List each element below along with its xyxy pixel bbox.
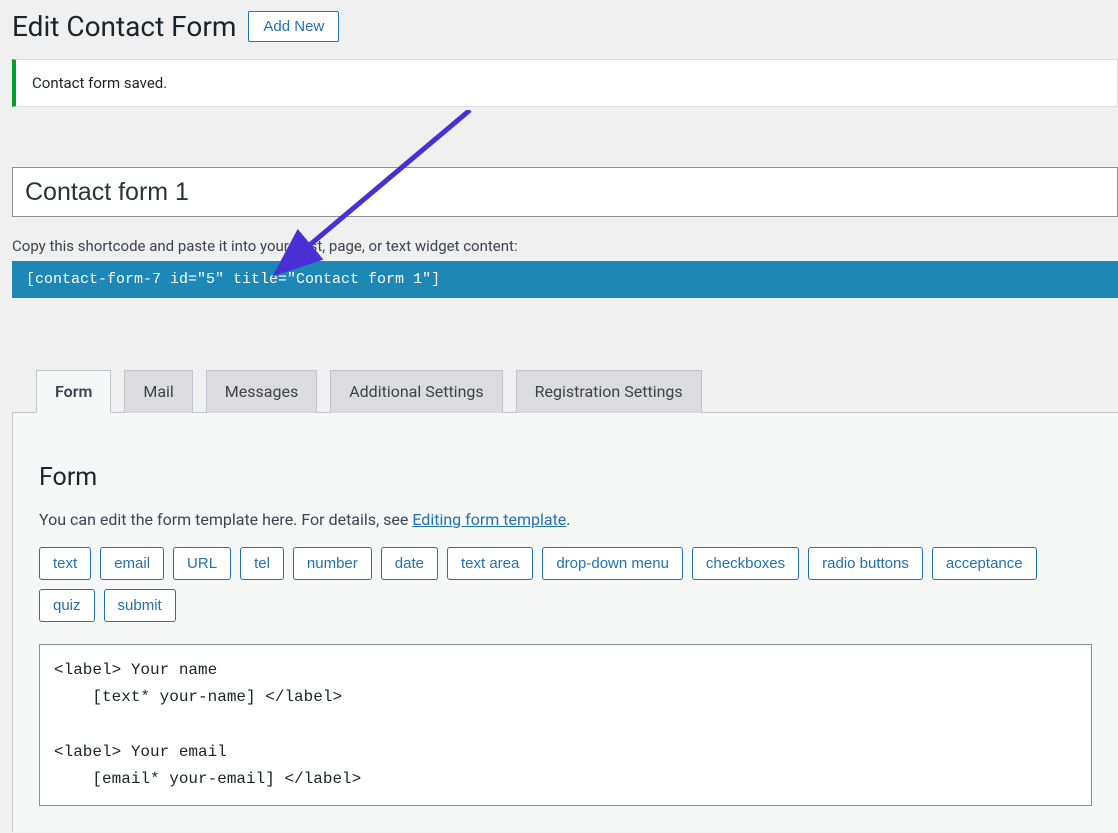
tag-btn-acceptance[interactable]: acceptance	[932, 547, 1037, 580]
shortcode-label: Copy this shortcode and paste it into yo…	[12, 237, 1118, 255]
tab-form[interactable]: Form	[36, 370, 111, 413]
tabs-nav: Form Mail Messages Additional Settings Regis…	[12, 370, 1118, 413]
notice-saved: Contact form saved.	[12, 59, 1118, 107]
tag-btn-radio-buttons[interactable]: radio buttons	[808, 547, 923, 580]
tag-btn-submit[interactable]: submit	[104, 589, 176, 622]
page-title: Edit Contact Form	[12, 10, 236, 43]
tag-btn-quiz[interactable]: quiz	[39, 589, 95, 622]
notice-message: Contact form saved.	[32, 74, 167, 92]
tag-btn-url[interactable]: URL	[173, 547, 231, 580]
tab-messages[interactable]: Messages	[206, 370, 317, 413]
add-new-button[interactable]: Add New	[248, 11, 339, 42]
tag-btn-date[interactable]: date	[381, 547, 438, 580]
tag-btn-text-area[interactable]: text area	[447, 547, 533, 580]
tag-btn-tel[interactable]: tel	[240, 547, 284, 580]
tag-btn-email[interactable]: email	[100, 547, 164, 580]
panel-heading: Form	[39, 463, 1092, 492]
tab-panel-form: Form You can edit the form template here…	[12, 413, 1118, 832]
tag-btn-text[interactable]: text	[39, 547, 91, 580]
help-suffix: .	[566, 510, 570, 529]
tab-additional[interactable]: Additional Settings	[330, 370, 502, 413]
tab-registration[interactable]: Registration Settings	[516, 370, 702, 413]
tag-buttons-row: text email URL tel number date text area drop-d…	[39, 547, 1092, 622]
form-template-editor[interactable]: <label> Your name [text* your-name] </la…	[39, 644, 1092, 806]
help-text: You can edit the form template here. For…	[39, 510, 1092, 529]
tag-btn-drop-down-menu[interactable]: drop-down menu	[542, 547, 683, 580]
editing-template-link[interactable]: Editing form template	[412, 510, 566, 529]
tag-btn-checkboxes[interactable]: checkboxes	[692, 547, 799, 580]
help-prefix: You can edit the form template here. For…	[39, 510, 412, 529]
tab-mail[interactable]: Mail	[124, 370, 192, 413]
shortcode-field[interactable]	[12, 261, 1118, 298]
form-title-input[interactable]	[12, 167, 1118, 217]
tag-btn-number[interactable]: number	[293, 547, 372, 580]
